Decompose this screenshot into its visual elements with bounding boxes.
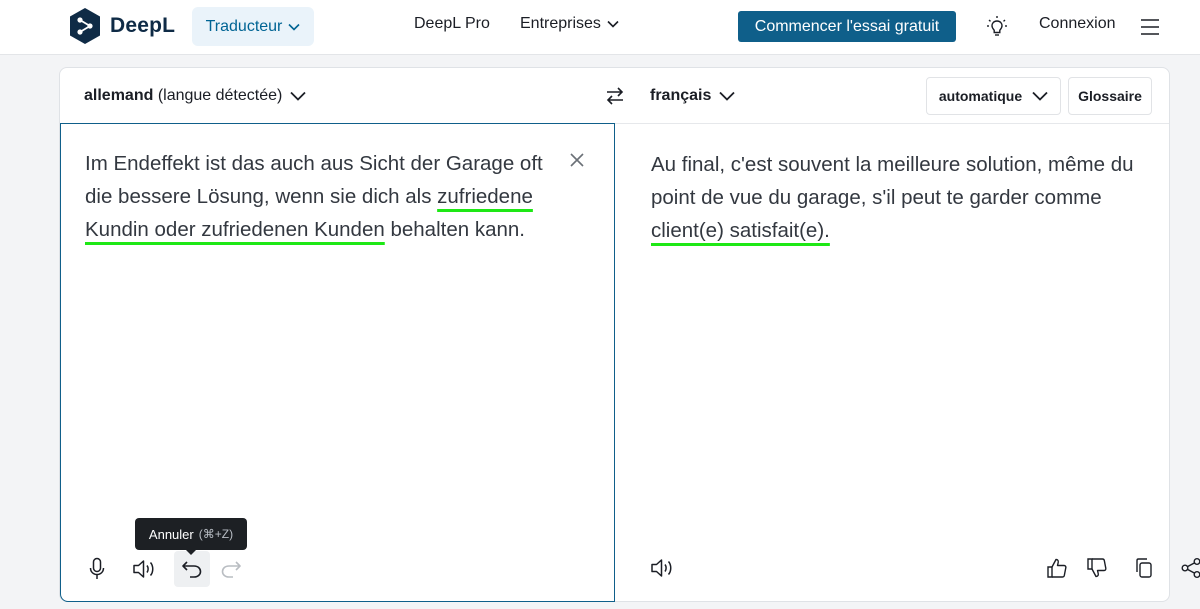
top-nav-bar: DeepL Traducteur DeepL Pro Entreprises C… (0, 0, 1200, 55)
source-text[interactable]: Im Endeffekt ist das auch aus Sicht der … (85, 147, 555, 246)
undo-tooltip: Annuler (⌘+Z) (135, 518, 247, 550)
copy-icon (1136, 558, 1152, 578)
speaker-icon (651, 559, 672, 577)
listen-source-button[interactable] (127, 551, 163, 587)
lightbulb-button[interactable] (985, 14, 1009, 40)
deepl-logo[interactable]: DeepL (68, 7, 175, 45)
lightbulb-icon (987, 16, 1007, 36)
chevron-down-icon (290, 91, 306, 101)
login-link[interactable]: Connexion (1039, 15, 1116, 33)
redo-icon (221, 561, 241, 578)
formality-dropdown[interactable]: automatique (926, 77, 1061, 115)
undo-icon (182, 561, 202, 578)
thumbs-down-icon (1087, 558, 1107, 578)
deepl-logo-icon (70, 8, 100, 44)
redo-button[interactable] (213, 551, 249, 587)
glossary-button[interactable]: Glossaire (1068, 77, 1152, 115)
thumbs-up-icon (1047, 558, 1067, 578)
copy-button[interactable] (1126, 550, 1162, 586)
source-language-selector[interactable]: allemand (langue détectée) (84, 87, 306, 105)
swap-languages-button[interactable] (603, 84, 627, 108)
formality-value: automatique (938, 88, 1023, 104)
listen-translation-button[interactable] (645, 550, 681, 586)
share-icon (1181, 558, 1200, 578)
speaker-icon (133, 560, 154, 578)
nav-deepl-pro[interactable]: DeepL Pro (414, 15, 490, 33)
translation-highlighted-phrase: client(e) satisfait(e). (651, 219, 830, 242)
translation-text-area[interactable]: Au final, c'est souvent la meilleure sol… (615, 124, 1200, 602)
chevron-down-icon (719, 91, 736, 101)
start-free-trial-button[interactable]: Commencer l'essai gratuit (738, 11, 956, 42)
source-language-name: allemand (84, 87, 154, 104)
source-text-end: behalten kann. (384, 218, 525, 241)
chevron-down-icon (288, 23, 300, 31)
source-language-text: allemand (langue détectée) (84, 87, 282, 105)
nav-deepl-pro-label: DeepL Pro (414, 15, 490, 32)
chevron-down-icon (1032, 91, 1048, 101)
microphone-button[interactable] (79, 551, 115, 587)
nav-business[interactable]: Entreprises (520, 15, 619, 33)
chevron-down-icon (607, 20, 619, 28)
tooltip-label: Annuler (148, 526, 194, 542)
swap-arrows-icon (606, 87, 624, 105)
tooltip-shortcut: (⌘+Z) (198, 527, 234, 541)
target-language-selector[interactable]: français (650, 87, 736, 105)
translation-text-start: Au final, c'est souvent la meilleure sol… (651, 153, 1134, 209)
tooltip-arrow (185, 549, 197, 555)
language-bar: allemand (langue détectée) français auto… (60, 68, 1169, 124)
undo-button[interactable] (174, 551, 210, 587)
translator-label: Traducteur (205, 17, 283, 35)
nav-business-label: Entreprises (520, 15, 601, 32)
close-icon (570, 153, 584, 167)
translator-menu-button[interactable]: Traducteur (192, 7, 314, 46)
hamburger-menu-icon (1141, 19, 1159, 35)
translation-text[interactable]: Au final, c'est souvent la meilleure sol… (651, 148, 1151, 247)
thumbs-down-button[interactable] (1079, 550, 1115, 586)
clear-text-button[interactable] (567, 150, 587, 170)
brand-name: DeepL (110, 14, 176, 37)
detected-language-note: (langue détectée) (157, 87, 283, 104)
login-label: Connexion (1039, 15, 1116, 32)
share-button[interactable] (1173, 550, 1200, 586)
microphone-icon (89, 557, 105, 579)
thumbs-up-button[interactable] (1039, 550, 1075, 586)
target-language-name: français (650, 87, 712, 104)
hamburger-menu-button[interactable] (1139, 16, 1161, 38)
